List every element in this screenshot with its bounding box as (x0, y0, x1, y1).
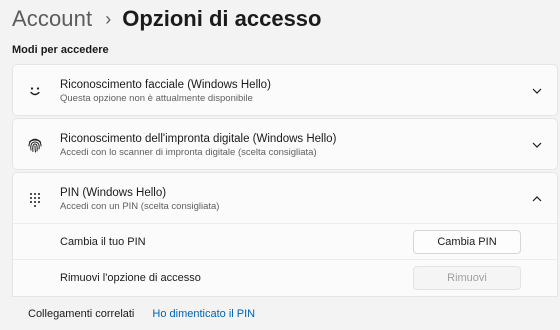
chevron-down-icon[interactable] (529, 137, 545, 153)
option-pin-header[interactable]: PIN (Windows Hello) Accedi con un PIN (s… (13, 173, 557, 225)
change-pin-button[interactable]: Cambia PIN (413, 229, 521, 254)
option-subtitle: Accedi con lo scanner di impronta digita… (60, 146, 317, 158)
change-pin-row: Cambia il tuo PIN Cambia PIN (13, 223, 557, 259)
option-subtitle: Questa opzione non è attualmente disponi… (60, 92, 253, 104)
breadcrumb-separator: › (105, 8, 112, 29)
chevron-down-icon[interactable] (529, 83, 545, 99)
breadcrumb-account-link[interactable]: Account (12, 6, 92, 32)
remove-signin-label: Rimuovi l'opzione di accesso (60, 271, 201, 284)
fingerprint-icon (25, 135, 45, 155)
forgot-pin-link[interactable]: Ho dimenticato il PIN (152, 308, 255, 320)
related-links-label: Collegamenti correlati (28, 307, 135, 320)
option-title: Riconoscimento dell'impronta digitale (W… (60, 132, 337, 145)
section-title: Modi per accedere (12, 44, 109, 56)
face-smile-icon (25, 81, 45, 101)
pin-keypad-icon (25, 189, 45, 209)
breadcrumb: Account › Opzioni di accesso (12, 4, 321, 34)
option-facial-recognition[interactable]: Riconoscimento facciale (Windows Hello) … (12, 64, 558, 116)
option-title: Riconoscimento facciale (Windows Hello) (60, 78, 271, 91)
change-pin-label: Cambia il tuo PIN (60, 235, 146, 248)
chevron-up-icon[interactable] (529, 191, 545, 207)
remove-signin-row: Rimuovi l'opzione di accesso Rimuovi (13, 259, 557, 295)
remove-button[interactable]: Rimuovi (413, 265, 521, 290)
related-links: Collegamenti correlati Ho dimenticato il… (12, 296, 558, 330)
option-fingerprint[interactable]: Riconoscimento dell'impronta digitale (W… (12, 118, 558, 170)
option-subtitle: Accedi con un PIN (scelta consigliata) (60, 200, 220, 212)
option-title: PIN (Windows Hello) (60, 186, 167, 199)
page-title: Opzioni di accesso (122, 6, 322, 31)
